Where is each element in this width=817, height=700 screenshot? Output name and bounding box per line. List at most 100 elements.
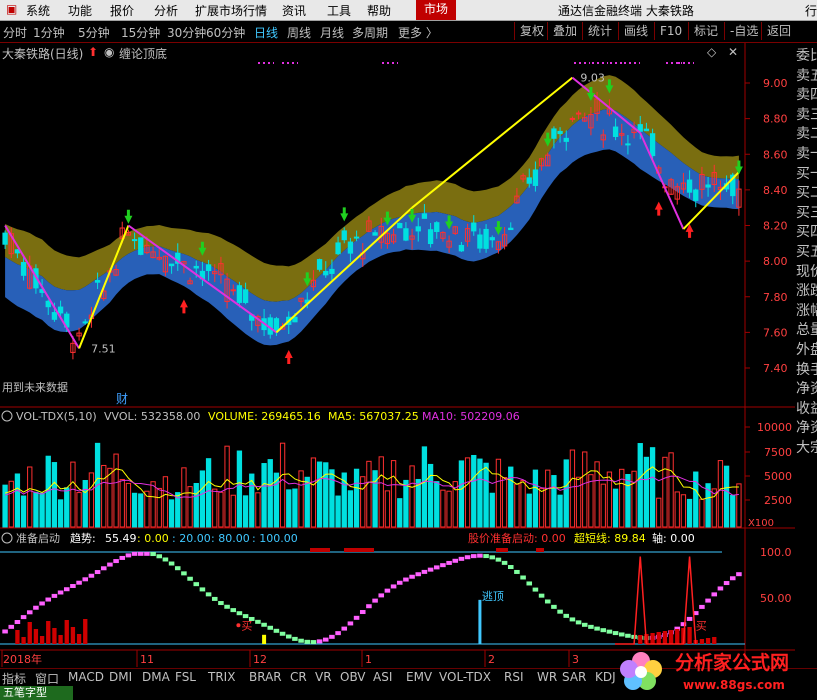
trend-step	[366, 604, 372, 609]
trend-step	[335, 631, 341, 636]
indicator-tab[interactable]: 指标	[2, 670, 26, 687]
indicator-tab[interactable]: EMV	[406, 670, 432, 684]
candle-body	[477, 234, 483, 249]
level-20: : 20.00	[172, 532, 211, 545]
toolbar-button[interactable]: 画线	[618, 22, 648, 40]
toolbar-button[interactable]: F10	[654, 22, 682, 40]
period-tab[interactable]: 更多 〉	[398, 24, 438, 41]
indicator-tab[interactable]: SAR	[562, 670, 586, 684]
indicator-tab[interactable]: WR	[537, 670, 557, 684]
trend-step	[612, 631, 619, 636]
menu-item[interactable]: 工具	[327, 2, 351, 19]
menu-item[interactable]: 资讯	[282, 2, 306, 19]
indicator-tab[interactable]: DMI	[109, 670, 132, 684]
period-tab[interactable]: 多周期	[352, 24, 388, 41]
indicator-dropdown-icon[interactable]	[1, 410, 13, 422]
volume-bar	[569, 449, 576, 528]
trend-step	[14, 620, 21, 625]
indicator-tab[interactable]: TRIX	[208, 670, 235, 684]
volume-tick-label: 5000	[764, 470, 792, 483]
period-tab[interactable]: 周线	[287, 24, 311, 41]
market-button[interactable]: 市场	[416, 0, 456, 20]
prep-start-label: 股价准备启动: 0.00	[468, 531, 566, 545]
volume-bar	[532, 469, 539, 528]
period-tab[interactable]: 60分钟	[206, 24, 245, 41]
period-tab[interactable]: 1分钟	[33, 24, 65, 41]
trend-step	[563, 613, 570, 618]
chart-area[interactable]: 9.00 8.80 8.60 8.40 8.20 8.00 7.80 7.60 7.40 7.51…	[0, 43, 795, 668]
period-tab[interactable]: 月线	[320, 24, 344, 41]
indicator-tab[interactable]: ASI	[373, 670, 392, 684]
indicator-tab[interactable]: FSL	[175, 670, 196, 684]
period-tab[interactable]: 日线	[254, 24, 278, 41]
indicator-tab[interactable]: MACD	[68, 670, 104, 684]
menu-item[interactable]: 帮助	[367, 2, 391, 19]
volume-bar	[242, 495, 249, 528]
trend-step	[322, 637, 329, 642]
volume-bar	[397, 498, 403, 528]
indicator-tab[interactable]: BRAR	[249, 670, 282, 684]
toolbar-button[interactable]: 统计	[582, 22, 612, 40]
volume-bar	[458, 460, 465, 528]
indicator-tab[interactable]: DMA	[142, 670, 170, 684]
trend-step	[569, 617, 576, 622]
volume-bar	[483, 462, 489, 528]
period-tab[interactable]: 15分钟	[121, 24, 160, 41]
quote-field-label: 买四	[796, 224, 817, 241]
volume-bar	[156, 487, 162, 528]
vvol-value: VVOL: 532358.00	[104, 410, 200, 423]
trend-step	[501, 560, 508, 565]
candle-body	[168, 263, 175, 267]
indicator-tab[interactable]: RSI	[504, 670, 524, 684]
volume-bar	[477, 458, 483, 528]
signal-block	[344, 548, 374, 552]
future-data-note: 用到未来数据	[2, 380, 68, 394]
candle-body	[45, 300, 51, 308]
volume-bar	[538, 488, 545, 528]
watermark-brand: 分析家公式网	[675, 651, 789, 674]
volume-bar	[582, 451, 588, 528]
indicator-tab[interactable]: KDJ	[595, 670, 616, 684]
candle-body	[705, 184, 711, 188]
period-tab[interactable]: 30分钟	[167, 24, 206, 41]
indicator-tab[interactable]: OBV	[340, 670, 366, 684]
menu-item[interactable]: 报价	[110, 2, 134, 19]
volume-bar	[304, 476, 310, 528]
menu-item[interactable]: 扩展市场行情	[195, 2, 267, 19]
menu-item[interactable]: 功能	[68, 2, 92, 19]
trend-step	[279, 631, 286, 636]
volume-bar	[723, 465, 730, 528]
volume-bar	[693, 471, 699, 528]
volume-bar	[335, 495, 341, 528]
menu-item[interactable]: 分析	[154, 2, 178, 19]
indicator-tab[interactable]: VR	[315, 670, 332, 684]
menu-item[interactable]: 系统	[26, 2, 50, 19]
candle-body	[94, 280, 101, 283]
trend-step	[705, 598, 711, 603]
period-tab[interactable]: 5分钟	[78, 24, 110, 41]
ma10-value: MA10: 502209.06	[422, 410, 520, 423]
trend-step	[723, 581, 730, 586]
indicator-tab[interactable]: CR	[290, 670, 307, 684]
indicator-dropdown-icon[interactable]	[1, 532, 13, 544]
quote-field-label: 买五	[796, 244, 817, 260]
trend-step	[507, 565, 514, 570]
toolbar-button[interactable]: 复权	[514, 22, 544, 40]
toolbar-button[interactable]: -自选	[724, 22, 758, 40]
indicator-tab[interactable]: VOL-TDX	[439, 670, 491, 684]
toolbar-button[interactable]: 返回	[761, 22, 791, 40]
quote-field-label: 委比	[796, 48, 817, 64]
candle-body	[2, 232, 8, 245]
toolbar-button[interactable]: 标记	[688, 22, 718, 40]
quote-field-label: 卖一	[796, 146, 817, 162]
short-line-spike	[615, 556, 697, 645]
indicator-tab[interactable]: 窗口	[35, 670, 59, 687]
candle-body	[230, 289, 236, 292]
trend-step	[187, 576, 193, 581]
volume-bar	[14, 473, 21, 528]
period-tab[interactable]: 分时	[3, 24, 27, 41]
quote-field-label: 净资	[796, 381, 817, 398]
price-tick-label: 7.60	[763, 326, 788, 339]
trend-step	[236, 611, 243, 616]
toolbar-button[interactable]: 叠加	[547, 22, 577, 40]
